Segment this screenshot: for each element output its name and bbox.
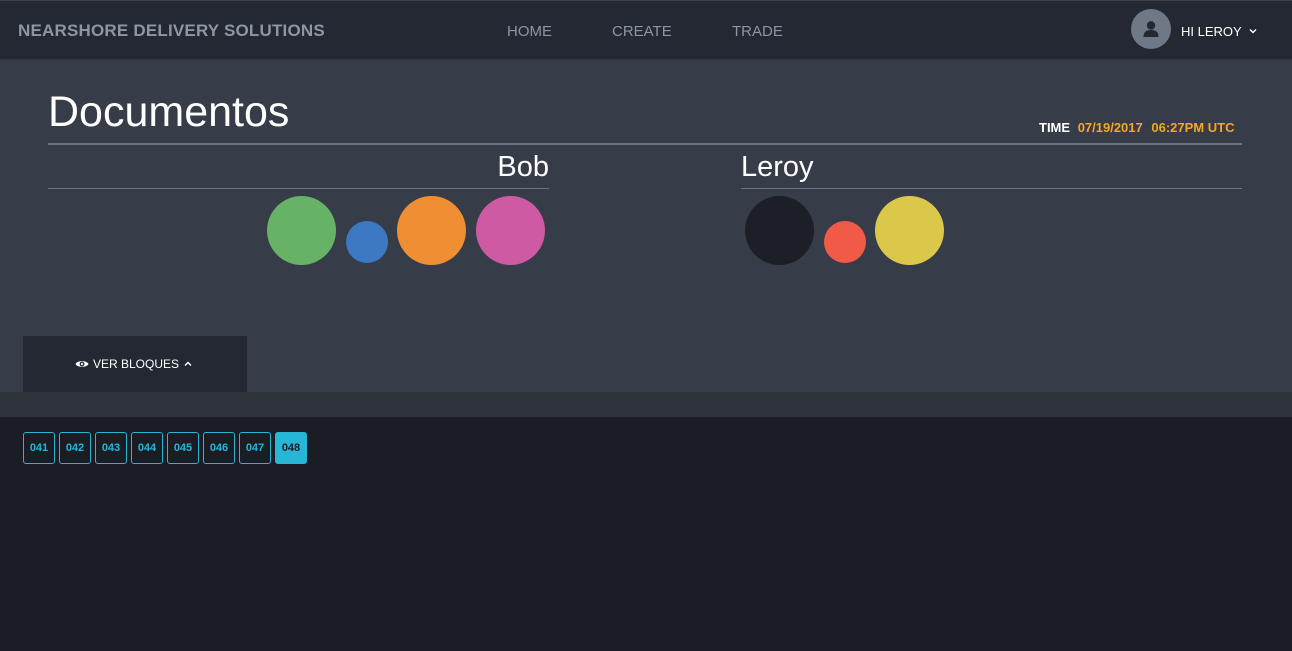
token-blue[interactable] [346,221,388,263]
token-red[interactable] [824,221,866,263]
user-avatar-icon[interactable] [1131,9,1171,49]
party-name-leroy: Leroy [741,151,814,183]
block-041[interactable]: 041 [23,432,55,464]
nav-home-link[interactable]: HOME [507,23,552,40]
top-navbar: NEARSHORE DELIVERY SOLUTIONS HOME CREATE… [0,0,1292,60]
block-045[interactable]: 045 [167,432,199,464]
party-name-bob: Bob [497,151,549,183]
time-date: 07/19/2017 [1077,120,1143,135]
title-divider [48,143,1242,145]
block-044[interactable]: 044 [131,432,163,464]
token-orange[interactable] [397,196,466,265]
token-green[interactable] [267,196,336,265]
time-clock: 06:27PM UTC [1151,120,1235,135]
block-046[interactable]: 046 [203,432,235,464]
token-pink[interactable] [476,196,545,265]
party-divider-bob [48,188,549,189]
block-042[interactable]: 042 [59,432,91,464]
party-divider-leroy [741,188,1242,189]
chevron-down-icon[interactable] [1249,28,1257,34]
page-title: Documentos [48,88,290,136]
nav-trade-link[interactable]: TRADE [732,23,783,40]
block-048-active[interactable]: 048 [275,432,307,464]
ver-bloques-button[interactable]: VER BLOQUES [23,336,247,392]
panel-divider-band [0,392,1292,417]
chevron-up-icon [184,361,192,366]
token-black[interactable] [745,196,814,265]
time-display: TIME 07/19/2017 06:27PM UTC [1039,120,1234,135]
brand-title[interactable]: NEARSHORE DELIVERY SOLUTIONS [18,21,325,41]
ver-bloques-label: VER BLOQUES [93,357,180,371]
nav-create-link[interactable]: CREATE [612,23,672,40]
time-label: TIME [1039,120,1071,135]
token-yellow[interactable] [875,196,944,265]
block-047[interactable]: 047 [239,432,271,464]
eye-icon [75,361,89,367]
block-043[interactable]: 043 [95,432,127,464]
user-menu[interactable]: HI LEROY [1181,24,1242,39]
